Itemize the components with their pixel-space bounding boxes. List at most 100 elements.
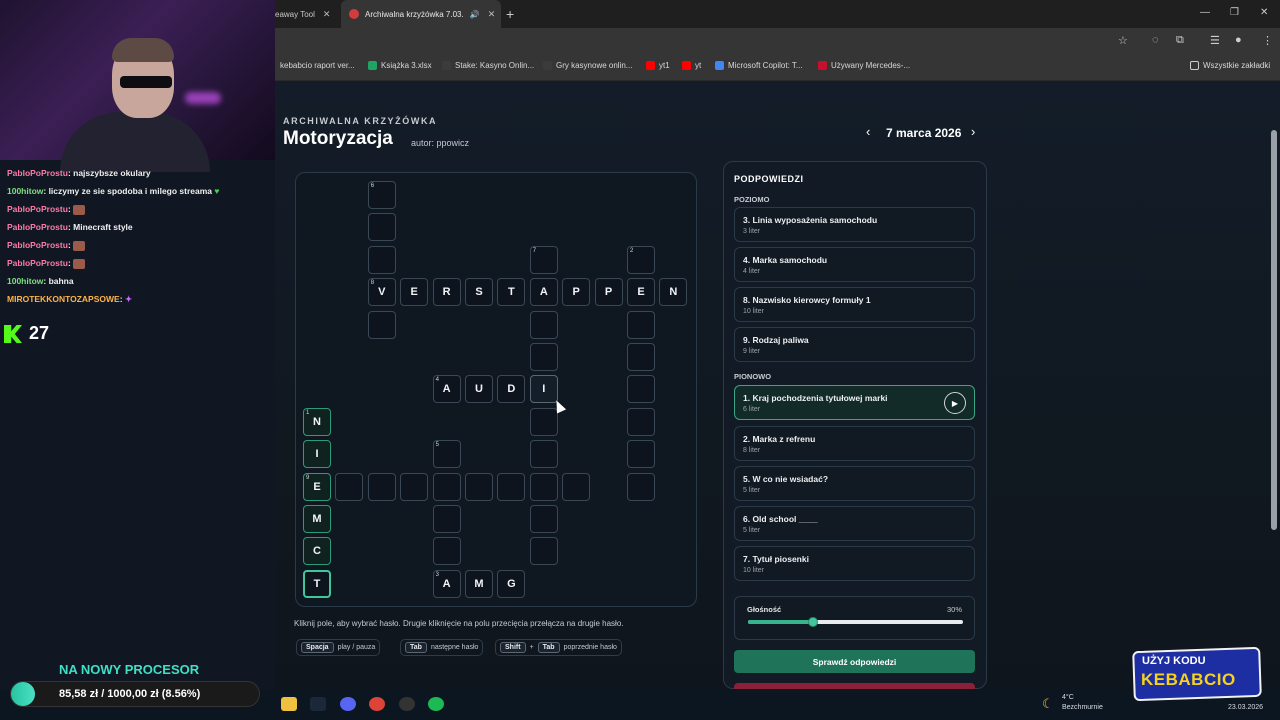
crossword-cell[interactable]: 3A — [432, 569, 461, 598]
tab-giveaway-tool[interactable]: eaway Tool ✕ — [275, 0, 339, 28]
bookmark-star-icon[interactable]: ☆ — [1118, 34, 1128, 47]
menu-kebab-icon[interactable]: ⋮ — [1262, 34, 1273, 47]
crossword-cell[interactable]: G — [497, 569, 526, 598]
crossword-cell[interactable] — [529, 472, 558, 501]
crossword-cell[interactable] — [529, 343, 558, 371]
clue-across-4[interactable]: 4. Marka samochodu 4 liter — [734, 247, 975, 282]
window-close-icon[interactable]: ✕ — [1260, 7, 1268, 18]
crossword-cell[interactable] — [627, 343, 655, 371]
discord-icon[interactable] — [340, 697, 356, 711]
volume-knob[interactable] — [807, 617, 818, 627]
tab-close-icon[interactable]: ✕ — [323, 9, 331, 20]
steam-icon[interactable] — [310, 697, 326, 711]
volume-slider[interactable] — [748, 617, 963, 627]
crossword-cell[interactable]: I — [529, 375, 558, 404]
crossword-cell[interactable] — [432, 472, 461, 501]
bookmark-item[interactable]: kebabcio raport ver... — [280, 61, 355, 70]
crossword-cell[interactable]: 2 — [627, 245, 655, 274]
crossword-cell[interactable] — [465, 472, 493, 501]
speaker-icon[interactable]: 🔊 — [470, 10, 480, 19]
crossword-cell[interactable] — [367, 213, 396, 242]
extension-icon[interactable]: ◌ — [1152, 34, 1159, 46]
crossword-cell[interactable]: T — [303, 569, 331, 598]
bookmark-item[interactable]: Używany Mercedes-... — [818, 61, 910, 70]
crossword-cell[interactable] — [335, 472, 364, 501]
crossword-cell[interactable]: C — [303, 537, 331, 566]
crossword-cell[interactable] — [627, 375, 655, 404]
clue-across-8[interactable]: 8. Nazwisko kierowcy formuły 1 10 liter — [734, 287, 975, 322]
crossword-cell[interactable]: S — [465, 278, 493, 307]
crossword-cell[interactable] — [627, 440, 655, 469]
chat-message: PabloPoProstu: — [7, 204, 86, 215]
crossword-cell[interactable] — [562, 472, 591, 501]
tab-crossword[interactable]: Archiwalna krzyżówka 7.03. 🔊 ✕ — [341, 0, 501, 28]
chevron-left-icon[interactable]: ‹ — [866, 124, 870, 139]
address-bar[interactable] — [275, 28, 1280, 55]
bookmark-item[interactable]: Gry kasynowe onlin... — [543, 61, 632, 70]
clue-across-9[interactable]: 9. Rodzaj paliwa 9 liter — [734, 327, 975, 362]
crossword-cell[interactable]: T — [497, 278, 526, 307]
bookmark-item[interactable]: yt1 — [646, 61, 670, 70]
clue-down-7[interactable]: 7. Tytuł piosenki 10 liter — [734, 546, 975, 581]
crossword-cell[interactable]: M — [303, 505, 331, 533]
crossword-cell[interactable] — [367, 310, 396, 339]
crossword-cell[interactable] — [400, 472, 429, 501]
crossword-cell[interactable]: M — [465, 569, 493, 598]
check-answers-button[interactable]: Sprawdź odpowiedzi — [734, 650, 975, 673]
clue-down-5[interactable]: 5. W co nie wsiadać? 5 liter — [734, 466, 975, 501]
file-explorer-icon[interactable] — [281, 697, 297, 711]
crossword-cell[interactable] — [627, 472, 655, 501]
crossword-cell[interactable] — [529, 407, 558, 436]
crossword-cell[interactable]: N — [659, 278, 688, 307]
spotify-icon[interactable] — [428, 697, 444, 711]
chevron-right-icon[interactable]: › — [971, 124, 975, 139]
crossword-cell[interactable]: R — [432, 278, 461, 307]
bookmark-item[interactable]: Książka 3.xlsx — [368, 61, 432, 70]
play-icon[interactable]: ▶ — [944, 392, 966, 414]
maximize-icon[interactable]: ❐ — [1230, 7, 1239, 18]
crossword-cell[interactable]: P — [562, 278, 591, 307]
clue-down-6[interactable]: 6. Old school ____ 5 liter — [734, 506, 975, 541]
crossword-cell[interactable] — [529, 310, 558, 339]
all-bookmarks[interactable]: Wszystkie zakładki — [1190, 61, 1270, 70]
crossword-cell[interactable]: I — [303, 440, 331, 469]
crossword-cell[interactable]: 5 — [432, 440, 461, 469]
crossword-cell[interactable]: E — [400, 278, 429, 307]
obs-icon[interactable] — [399, 697, 415, 711]
crossword-cell[interactable] — [627, 310, 655, 339]
media-control-icon[interactable]: ☰ — [1210, 34, 1220, 47]
crossword-cell[interactable]: 4A — [432, 375, 461, 404]
clue-down-2[interactable]: 2. Marka z refrenu 8 liter — [734, 426, 975, 461]
minimize-icon[interactable]: — — [1200, 7, 1210, 18]
crossword-cell[interactable]: 7 — [529, 245, 558, 274]
clue-down-1[interactable]: 1. Kraj pochodzenia tytułowej marki 6 li… — [734, 385, 975, 420]
chrome-icon[interactable] — [369, 697, 385, 711]
crossword-cell[interactable] — [529, 537, 558, 566]
crossword-cell[interactable]: D — [497, 375, 526, 404]
profile-avatar-icon[interactable]: ● — [1235, 34, 1242, 46]
crossword-cell[interactable]: 8V — [367, 278, 396, 307]
crossword-cell[interactable] — [529, 440, 558, 469]
crossword-cell[interactable] — [529, 505, 558, 533]
crossword-cell[interactable]: A — [529, 278, 558, 307]
crossword-cell[interactable]: P — [594, 278, 623, 307]
new-tab-icon[interactable]: + — [506, 6, 514, 22]
extensions-puzzle-icon[interactable]: ⧉ — [1176, 34, 1184, 47]
bookmark-item[interactable]: Microsoft Copilot: T... — [715, 61, 803, 70]
crossword-cell[interactable]: 1N — [303, 407, 331, 436]
bookmark-item[interactable]: yt — [682, 61, 701, 70]
crossword-cell[interactable] — [432, 537, 461, 566]
crossword-cell[interactable] — [497, 472, 526, 501]
page-scrollbar[interactable] — [1271, 130, 1277, 530]
crossword-cell[interactable] — [627, 407, 655, 436]
crossword-cell[interactable] — [367, 472, 396, 501]
crossword-cell[interactable] — [432, 505, 461, 533]
tab-close-icon[interactable]: ✕ — [488, 9, 496, 20]
crossword-cell[interactable]: U — [465, 375, 493, 404]
crossword-cell[interactable]: E — [627, 278, 655, 307]
clue-across-3[interactable]: 3. Linia wyposażenia samochodu 3 liter — [734, 207, 975, 242]
crossword-cell[interactable]: 9E — [303, 472, 331, 501]
crossword-cell[interactable] — [367, 245, 396, 274]
bookmark-item[interactable]: Stake: Kasyno Onlin... — [442, 61, 534, 70]
crossword-cell[interactable]: 6 — [367, 181, 396, 209]
